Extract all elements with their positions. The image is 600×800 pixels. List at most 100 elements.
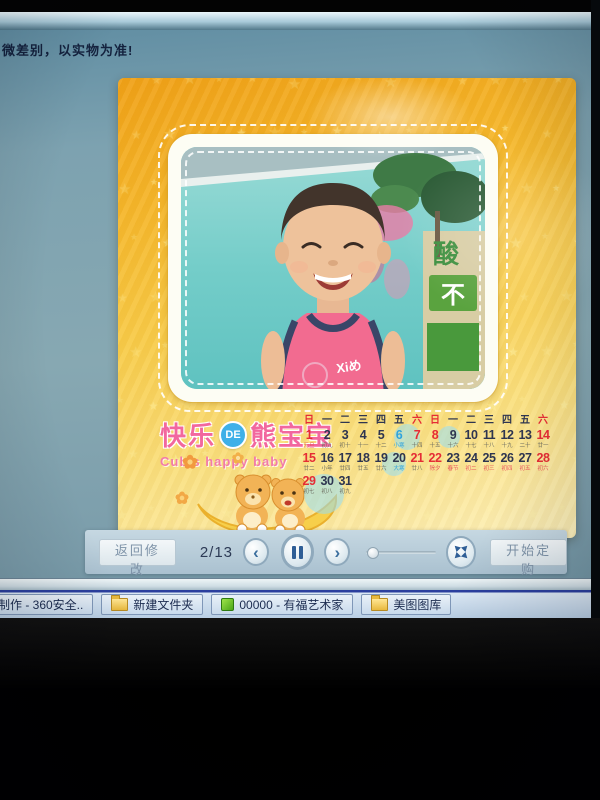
calendar-cell: 3初十 xyxy=(336,428,354,450)
taskbar-item-0[interactable]: 制作 - 360安全.. xyxy=(0,594,93,615)
calendar-cell: 15廿二 xyxy=(300,451,318,473)
star-icon: ★ xyxy=(518,394,526,405)
calendar-cell: 24初二 xyxy=(462,451,480,473)
calendar-week-row: 1元旦2初九3初十4十一5十二6小寒7十四8十五9十六10十七11十八12十九1… xyxy=(300,428,552,450)
star-icon: ★ xyxy=(501,123,509,134)
star-icon: ★ xyxy=(131,128,142,142)
prev-icon: ‹ xyxy=(253,544,259,561)
star-icon: ★ xyxy=(128,447,139,461)
taskbar-item-2[interactable]: 00000 - 有福艺术家 xyxy=(211,594,353,615)
star-icon: ★ xyxy=(130,232,138,243)
taskbar-item-label: 美图图库 xyxy=(393,596,441,613)
prev-button[interactable]: ‹ xyxy=(243,538,269,566)
weekday-header: 四 xyxy=(372,414,390,427)
calendar-cell: 21廿八 xyxy=(408,451,426,473)
calendar-cell: 6小寒 xyxy=(390,428,408,450)
calendar-cell: 25初三 xyxy=(480,451,498,473)
flower-icon xyxy=(176,452,244,504)
taskbar: 制作 - 360安全.. 新建文件夹 00000 - 有福艺术家 美图图库 xyxy=(0,590,591,618)
monitor-bezel-right xyxy=(591,0,600,620)
star-icon: ★ xyxy=(384,78,397,91)
star-icon: ★ xyxy=(540,342,553,360)
weekday-header: 日 xyxy=(300,414,318,427)
star-icon: ★ xyxy=(129,343,142,361)
calendar-cell: 10十七 xyxy=(462,428,480,450)
calendar-cell: 30初八 xyxy=(318,474,336,496)
star-icon: ★ xyxy=(183,78,196,88)
calendar-week-row: 29初七30初八31初九 xyxy=(300,474,552,496)
taskbar-item-3[interactable]: 美图图库 xyxy=(361,594,451,615)
star-icon: ★ xyxy=(118,291,128,305)
monitor-photo: 微差别，以实物为准! ★★★★★★★★★★★★★★★★★★★★★★★★★★★★★… xyxy=(0,0,600,800)
star-icon: ★ xyxy=(416,78,424,81)
weekday-header: 四 xyxy=(498,414,516,427)
calendar-cell: 2初九 xyxy=(318,428,336,450)
weekday-header: 六 xyxy=(534,414,552,427)
star-icon: ★ xyxy=(352,78,363,83)
star-icon: ★ xyxy=(560,287,573,305)
star-icon: ★ xyxy=(247,78,258,85)
pause-button[interactable] xyxy=(281,534,314,570)
baby-photo-art: 酸 不 Xiめ xyxy=(181,147,485,389)
back-button[interactable]: 返回修改 xyxy=(99,539,176,566)
calendar-cell: 13二十 xyxy=(516,428,534,450)
star-icon: ★ xyxy=(571,450,576,468)
weekday-header: 二 xyxy=(462,414,480,427)
next-icon: › xyxy=(334,544,340,561)
weekday-header: 日 xyxy=(426,414,444,427)
calendar-grid: 日一二三四五六日一二三四五六 1元旦2初九3初十4十一5十二6小寒7十四8十五9… xyxy=(300,414,552,530)
svg-text:酸: 酸 xyxy=(433,239,460,269)
taskbar-item-label: 制作 - 360安全.. xyxy=(0,596,83,613)
weekday-header: 五 xyxy=(390,414,408,427)
order-button[interactable]: 开始定购 xyxy=(490,539,567,566)
star-icon: ★ xyxy=(118,506,128,524)
weekday-header: 二 xyxy=(336,414,354,427)
bear-left-icon xyxy=(235,475,271,534)
star-icon: ★ xyxy=(215,78,223,85)
photo-frame: 酸 不 Xiめ xyxy=(168,134,498,402)
calendar-cell: 4十一 xyxy=(354,428,372,450)
calendar-cell: 27初五 xyxy=(516,451,534,473)
star-icon: ★ xyxy=(151,78,162,87)
star-icon: ★ xyxy=(572,339,576,350)
baby-photo: 酸 不 Xiめ xyxy=(181,147,485,389)
taskbar-item-1[interactable]: 新建文件夹 xyxy=(101,594,203,615)
green-app-icon xyxy=(221,598,234,611)
star-icon: ★ xyxy=(509,234,522,252)
screen-top-glow xyxy=(0,12,591,30)
fullscreen-arrows-icon xyxy=(452,543,470,561)
calendar-cell: 29初七 xyxy=(300,474,318,496)
star-icon: ★ xyxy=(542,127,553,141)
monitor-bezel-bottom xyxy=(0,618,600,800)
zoom-slider[interactable] xyxy=(366,551,435,554)
calendar-cell: 5十二 xyxy=(372,428,390,450)
calendar-cell: 28初六 xyxy=(534,451,552,473)
star-icon: ★ xyxy=(521,78,529,86)
next-button[interactable]: › xyxy=(324,538,350,566)
calendar-cell: 18廿五 xyxy=(354,451,372,473)
star-icon: ★ xyxy=(553,78,564,86)
title-cn-left: 快乐 xyxy=(160,416,216,453)
star-icon: ★ xyxy=(559,398,570,412)
calendar-cell: 11十八 xyxy=(480,428,498,450)
star-icon: ★ xyxy=(508,345,519,359)
calendar-cell: 22除夕 xyxy=(426,451,444,473)
folder-icon xyxy=(111,598,128,611)
control-bar: 返回修改 2/13 ‹ › 开始定购 xyxy=(85,530,567,574)
weekday-header: 五 xyxy=(516,414,534,427)
calendar-week-row: 15廿二16小年17廿四18廿五19廿六20大寒21廿八22除夕23春节24初二… xyxy=(300,451,552,473)
calendar-cell: 17廿四 xyxy=(336,451,354,473)
star-icon: ★ xyxy=(320,78,328,83)
star-icon: ★ xyxy=(148,399,159,413)
star-icon: ★ xyxy=(489,78,502,89)
slider-knob[interactable] xyxy=(367,547,379,559)
calendar-page-preview: ★★★★★★★★★★★★★★★★★★★★★★★★★★★★★★★★★★★★★★★★… xyxy=(118,78,576,538)
taskbar-item-label: 00000 - 有福艺术家 xyxy=(239,596,343,613)
fullscreen-button[interactable] xyxy=(446,536,476,569)
calendar-cell: 8十五 xyxy=(426,428,444,450)
star-icon: ★ xyxy=(519,290,530,304)
star-icon: ★ xyxy=(147,503,155,514)
calendar-cell: 14廿一 xyxy=(534,428,552,450)
title-de-badge: DE xyxy=(219,421,247,449)
page-indicator: 2/13 xyxy=(200,544,233,561)
